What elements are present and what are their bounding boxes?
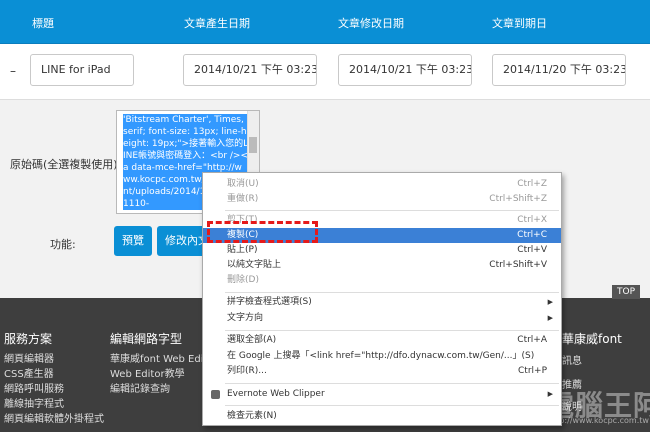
- table-row: – LINE for iPad 2014/10/21 下午 03:23:52 2…: [0, 44, 650, 100]
- footer-heading-services: 服務方案: [4, 332, 53, 346]
- footer-link[interactable]: 離線抽字程式: [4, 395, 64, 410]
- menu-item-select-all[interactable]: 選取全部(A) Ctrl+A: [203, 333, 561, 348]
- menu-item-paste-plain[interactable]: 以純文字貼上 Ctrl+Shift+V: [203, 258, 561, 273]
- footer-heading-dynacw: 華康威font: [562, 332, 622, 346]
- menu-separator: [225, 405, 559, 406]
- evernote-icon: [211, 390, 220, 399]
- source-scrollbar-thumb[interactable]: [249, 137, 257, 153]
- footer-link[interactable]: 編輯記錄查詢: [110, 380, 170, 395]
- menu-item-google-search[interactable]: 在 Google 上搜尋「<link href="http://dfo.dyna…: [203, 349, 561, 364]
- menu-item-redo[interactable]: 重做(R) Ctrl+Shift+Z: [203, 192, 561, 207]
- menu-item-text-direction[interactable]: 文字方向 ▶: [203, 311, 561, 326]
- menu-separator: [225, 383, 559, 384]
- preview-button[interactable]: 預覽: [114, 226, 152, 256]
- menu-item-inspect[interactable]: 檢查元素(N): [203, 409, 561, 424]
- footer-link[interactable]: 訊息: [562, 352, 582, 367]
- header-title: 標題: [32, 17, 54, 30]
- title-input[interactable]: LINE for iPad: [30, 54, 134, 86]
- header-modified-date: 文章修改日期: [338, 17, 404, 30]
- menu-item-spellcheck[interactable]: 拼字檢查程式選項(S) ▶: [203, 295, 561, 310]
- footer-link[interactable]: CSS產生器: [4, 365, 54, 380]
- menu-separator: [225, 292, 559, 293]
- function-label: 功能:: [50, 238, 76, 251]
- submenu-arrow-icon: ▶: [547, 314, 553, 322]
- submenu-arrow-icon: ▶: [547, 390, 553, 398]
- back-to-top-button[interactable]: TOP: [612, 285, 640, 299]
- created-date-input[interactable]: 2014/10/21 下午 03:23:52: [183, 54, 317, 86]
- expire-date-input[interactable]: 2014/11/20 下午 03:23:52: [492, 54, 626, 86]
- footer-link[interactable]: 網頁編輯軟體外掛程式: [4, 410, 104, 425]
- modified-date-input[interactable]: 2014/10/21 下午 03:23:52: [338, 54, 472, 86]
- table-header: 標題 文章產生日期 文章修改日期 文章到期日: [0, 0, 650, 44]
- footer-link[interactable]: 網頁編輯器: [4, 350, 54, 365]
- row-collapse-toggle[interactable]: –: [10, 64, 16, 78]
- context-menu: 取消(U) Ctrl+Z 重做(R) Ctrl+Shift+Z 剪下(T) Ctrl+…: [202, 172, 562, 426]
- submenu-arrow-icon: ▶: [547, 298, 553, 306]
- menu-separator: [225, 210, 559, 211]
- watermark-url: http://www.kocpc.com.tw: [548, 416, 649, 425]
- menu-item-delete[interactable]: 刪除(D): [203, 273, 561, 288]
- footer-link[interactable]: 網路呼叫服務: [4, 380, 64, 395]
- footer-link[interactable]: Web Editor教學: [110, 365, 185, 380]
- menu-item-paste[interactable]: 貼上(P) Ctrl+V: [203, 243, 561, 258]
- menu-separator: [225, 330, 559, 331]
- source-code-label: 原始碼(全選複製使用):: [10, 158, 122, 171]
- menu-item-undo[interactable]: 取消(U) Ctrl+Z: [203, 177, 561, 192]
- header-created-date: 文章產生日期: [184, 17, 250, 30]
- menu-item-print[interactable]: 列印(R)... Ctrl+P: [203, 364, 561, 379]
- footer-heading-web-fonts: 編輯網路字型: [110, 332, 183, 346]
- header-expire-date: 文章到期日: [492, 17, 547, 30]
- menu-item-evernote[interactable]: Evernote Web Clipper ▶: [203, 387, 561, 402]
- copy-highlight-annotation: [207, 221, 318, 243]
